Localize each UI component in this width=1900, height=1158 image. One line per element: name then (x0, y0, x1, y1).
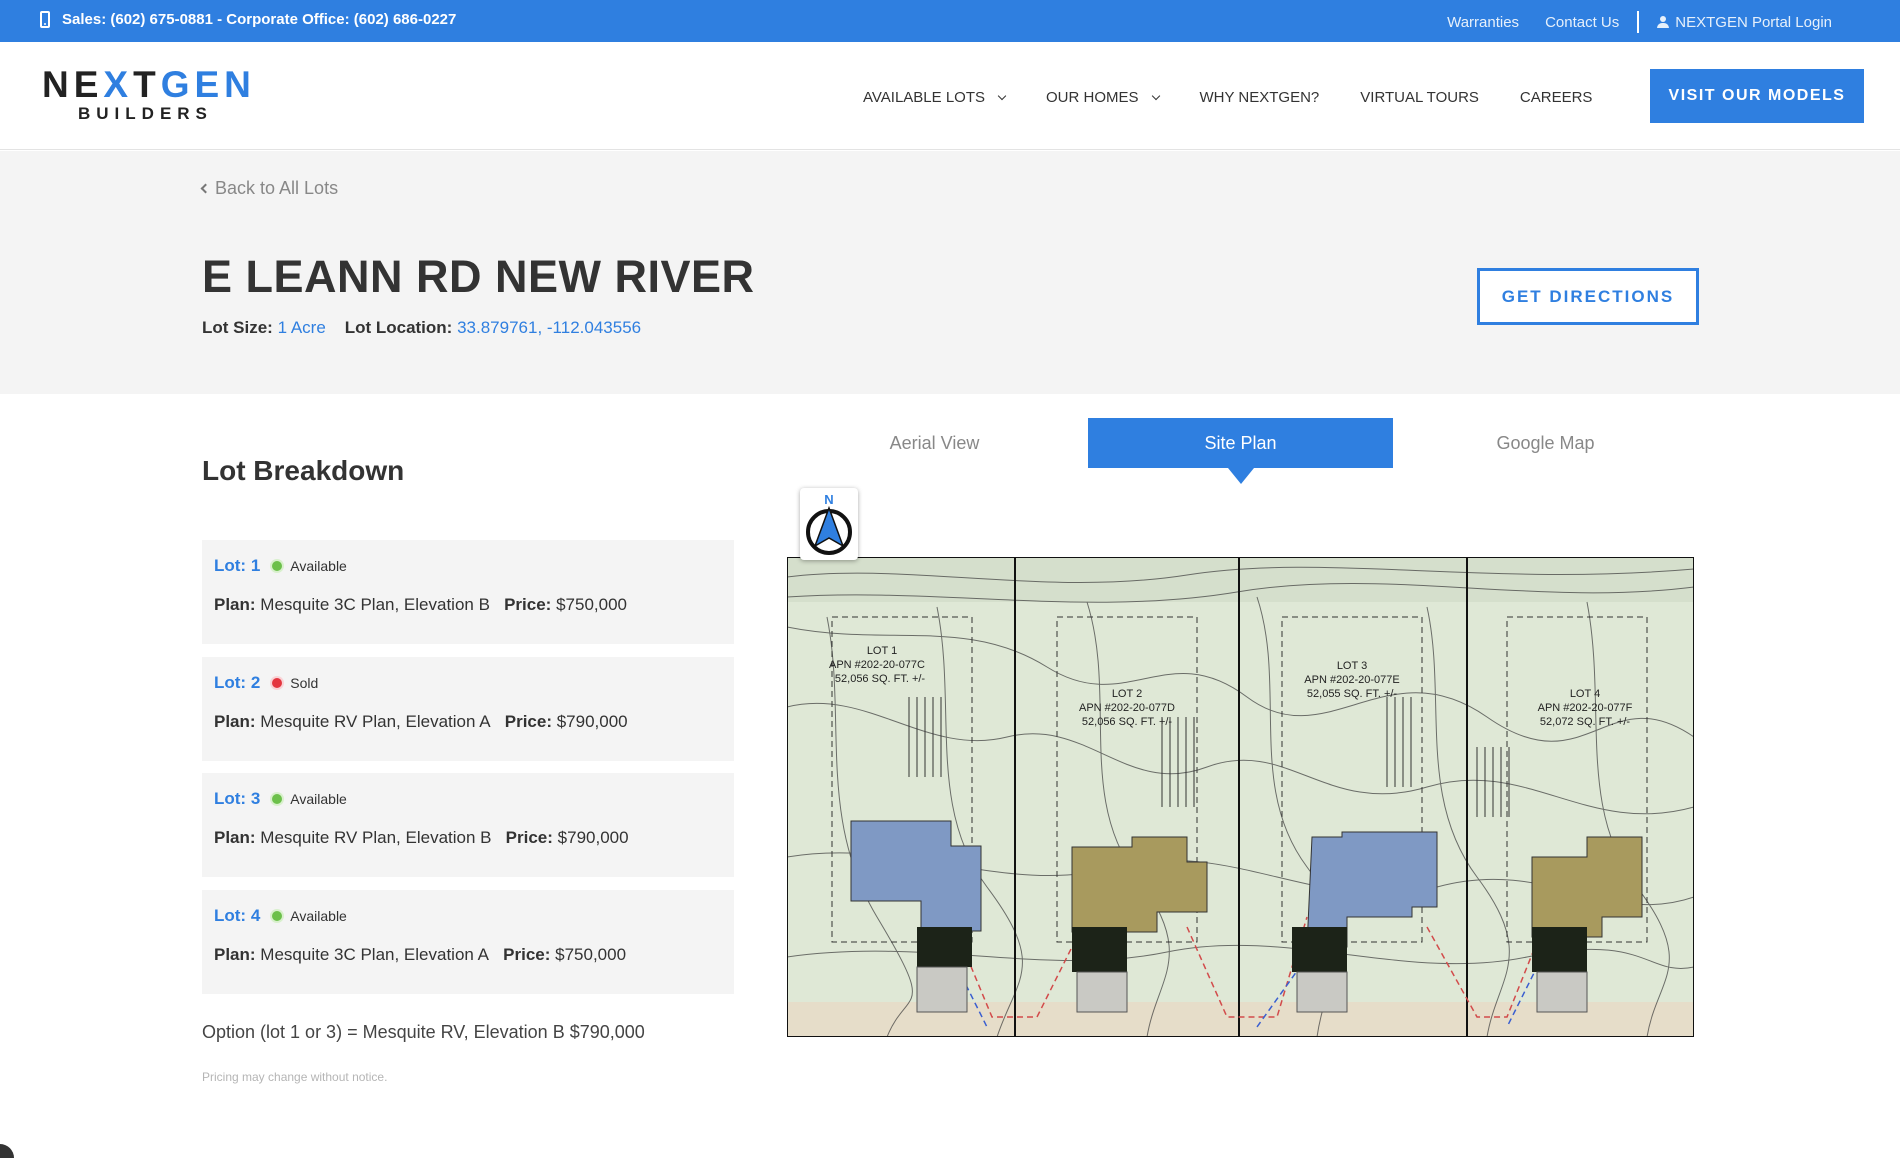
svg-text:LOT 3: LOT 3 (1337, 660, 1367, 672)
chevron-down-icon (997, 91, 1007, 100)
logo-wordmark: NEXTGEN (42, 64, 256, 105)
lot-status: Available (290, 558, 347, 574)
back-to-lots-link[interactable]: Back to All Lots (200, 178, 338, 199)
main-nav: AVAILABLE LOTS OUR HOMES WHY NEXTGEN? VI… (863, 89, 1633, 106)
contact-phone: Sales: (602) 675-0881 - Corporate Office… (40, 11, 456, 28)
get-directions-button[interactable]: GET DIRECTIONS (1477, 268, 1699, 325)
lot-card: Lot: 3 Available Plan: Mesquite RV Plan, … (202, 773, 734, 877)
lot-number[interactable]: Lot: 3 (214, 789, 260, 809)
site-header: NEXTGEN BUILDERS AVAILABLE LOTS OUR HOME… (0, 42, 1900, 150)
chevron-down-icon (1151, 91, 1160, 100)
svg-text:APN #202-20-077F: APN #202-20-077F (1538, 702, 1633, 714)
available-status-icon (272, 911, 283, 921)
available-status-icon (272, 794, 283, 804)
lot-card: Lot: 1 Available Plan: Mesquite 3C Plan, … (202, 540, 734, 644)
lot-breakdown-title: Lot Breakdown (202, 455, 405, 486)
visit-models-button[interactable]: VISIT OUR MODELS (1650, 69, 1864, 123)
lot-number[interactable]: Lot: 4 (214, 906, 260, 926)
contact-us-link[interactable]: Contact Us (1545, 14, 1619, 31)
logo-subtitle: BUILDERS (78, 104, 213, 123)
lot-status: Available (290, 791, 347, 807)
tab-aerial-view[interactable]: Aerial View (782, 418, 1087, 468)
chevron-left-icon (200, 183, 211, 194)
svg-text:LOT 1: LOT 1 (867, 645, 897, 657)
nav-why-nextgen[interactable]: WHY NEXTGEN? (1200, 89, 1320, 106)
svg-text:LOT 2: LOT 2 (1112, 688, 1142, 700)
nav-virtual-tours[interactable]: VIRTUAL TOURS (1360, 89, 1479, 106)
svg-text:LOT 4: LOT 4 (1570, 688, 1600, 700)
lot-card: Lot: 4 Available Plan: Mesquite 3C Plan, … (202, 890, 734, 994)
nav-careers[interactable]: CAREERS (1520, 89, 1593, 106)
lot-size-value: 1 Acre (277, 318, 326, 337)
lot-number[interactable]: Lot: 2 (214, 673, 260, 693)
lot-location-value[interactable]: 33.879761, -112.043556 (457, 318, 641, 337)
user-icon (1657, 15, 1670, 28)
svg-text:52,055 SQ. FT. +/-: 52,055 SQ. FT. +/- (1307, 688, 1398, 700)
phone-icon (40, 11, 50, 28)
lot-info: Lot Size: 1 Acre Lot Location: 33.879761… (202, 318, 642, 337)
svg-text:APN #202-20-077C: APN #202-20-077C (829, 659, 925, 671)
divider (1637, 11, 1640, 33)
lot-plan: Mesquite RV Plan, Elevation A (260, 712, 491, 731)
lot-price: $790,000 (556, 712, 628, 731)
option-note: Option (lot 1 or 3) = Mesquite RV, Eleva… (202, 1022, 645, 1042)
svg-text:52,072 SQ. FT. +/-: 52,072 SQ. FT. +/- (1540, 716, 1631, 728)
lot-number[interactable]: Lot: 1 (214, 556, 260, 576)
lot-status: Available (290, 908, 347, 924)
lot-plan: Mesquite 3C Plan, Elevation A (260, 945, 489, 964)
svg-text:N: N (824, 492, 833, 507)
lot-price: $750,000 (555, 945, 627, 964)
compass-icon: N (806, 492, 852, 555)
site-plan-image[interactable]: LOT 1 APN #202-20-077C 52,056 SQ. FT. +/… (787, 557, 1694, 1037)
sold-status-icon (272, 678, 283, 688)
north-compass: N (800, 488, 858, 560)
tab-site-plan[interactable]: Site Plan (1088, 418, 1393, 484)
lot-plan: Mesquite 3C Plan, Elevation B (260, 595, 490, 614)
available-status-icon (272, 561, 283, 571)
svg-text:APN #202-20-077D: APN #202-20-077D (1079, 702, 1175, 714)
svg-text:52,056 SQ. FT. +/-: 52,056 SQ. FT. +/- (1082, 716, 1173, 728)
svg-text:52,056 SQ. FT. +/-: 52,056 SQ. FT. +/- (835, 673, 926, 685)
lot-price: $790,000 (557, 828, 629, 847)
lot-card: Lot: 2 Sold Plan: Mesquite RV Plan, Eleva… (202, 657, 734, 761)
pricing-disclaimer: Pricing may change without notice. (202, 1070, 388, 1084)
tab-google-map[interactable]: Google Map (1393, 418, 1698, 468)
lot-hero: Back to All Lots E LEANN RD NEW RIVER Lo… (0, 151, 1900, 394)
logo[interactable]: NEXTGEN BUILDERS (42, 66, 256, 124)
lot-price: $750,000 (556, 595, 627, 614)
lot-status: Sold (290, 675, 319, 691)
top-bar: Sales: (602) 675-0881 - Corporate Office… (0, 0, 1900, 42)
nav-our-homes[interactable]: OUR HOMES (1046, 89, 1160, 106)
top-links: Warranties Contact Us NEXTGEN Portal Log… (1447, 11, 1832, 33)
lot-plan: Mesquite RV Plan, Elevation B (260, 828, 492, 847)
nav-available-lots[interactable]: AVAILABLE LOTS (863, 89, 1007, 106)
window-corner (0, 1144, 14, 1158)
phone-text: Sales: (602) 675-0881 - Corporate Office… (62, 11, 457, 28)
page-title: E LEANN RD NEW RIVER (202, 251, 755, 302)
warranties-link[interactable]: Warranties (1447, 14, 1519, 31)
svg-text:APN #202-20-077E: APN #202-20-077E (1304, 674, 1399, 686)
portal-login-link[interactable]: NEXTGEN Portal Login (1657, 14, 1832, 31)
portal-login-label: NEXTGEN Portal Login (1675, 13, 1832, 31)
